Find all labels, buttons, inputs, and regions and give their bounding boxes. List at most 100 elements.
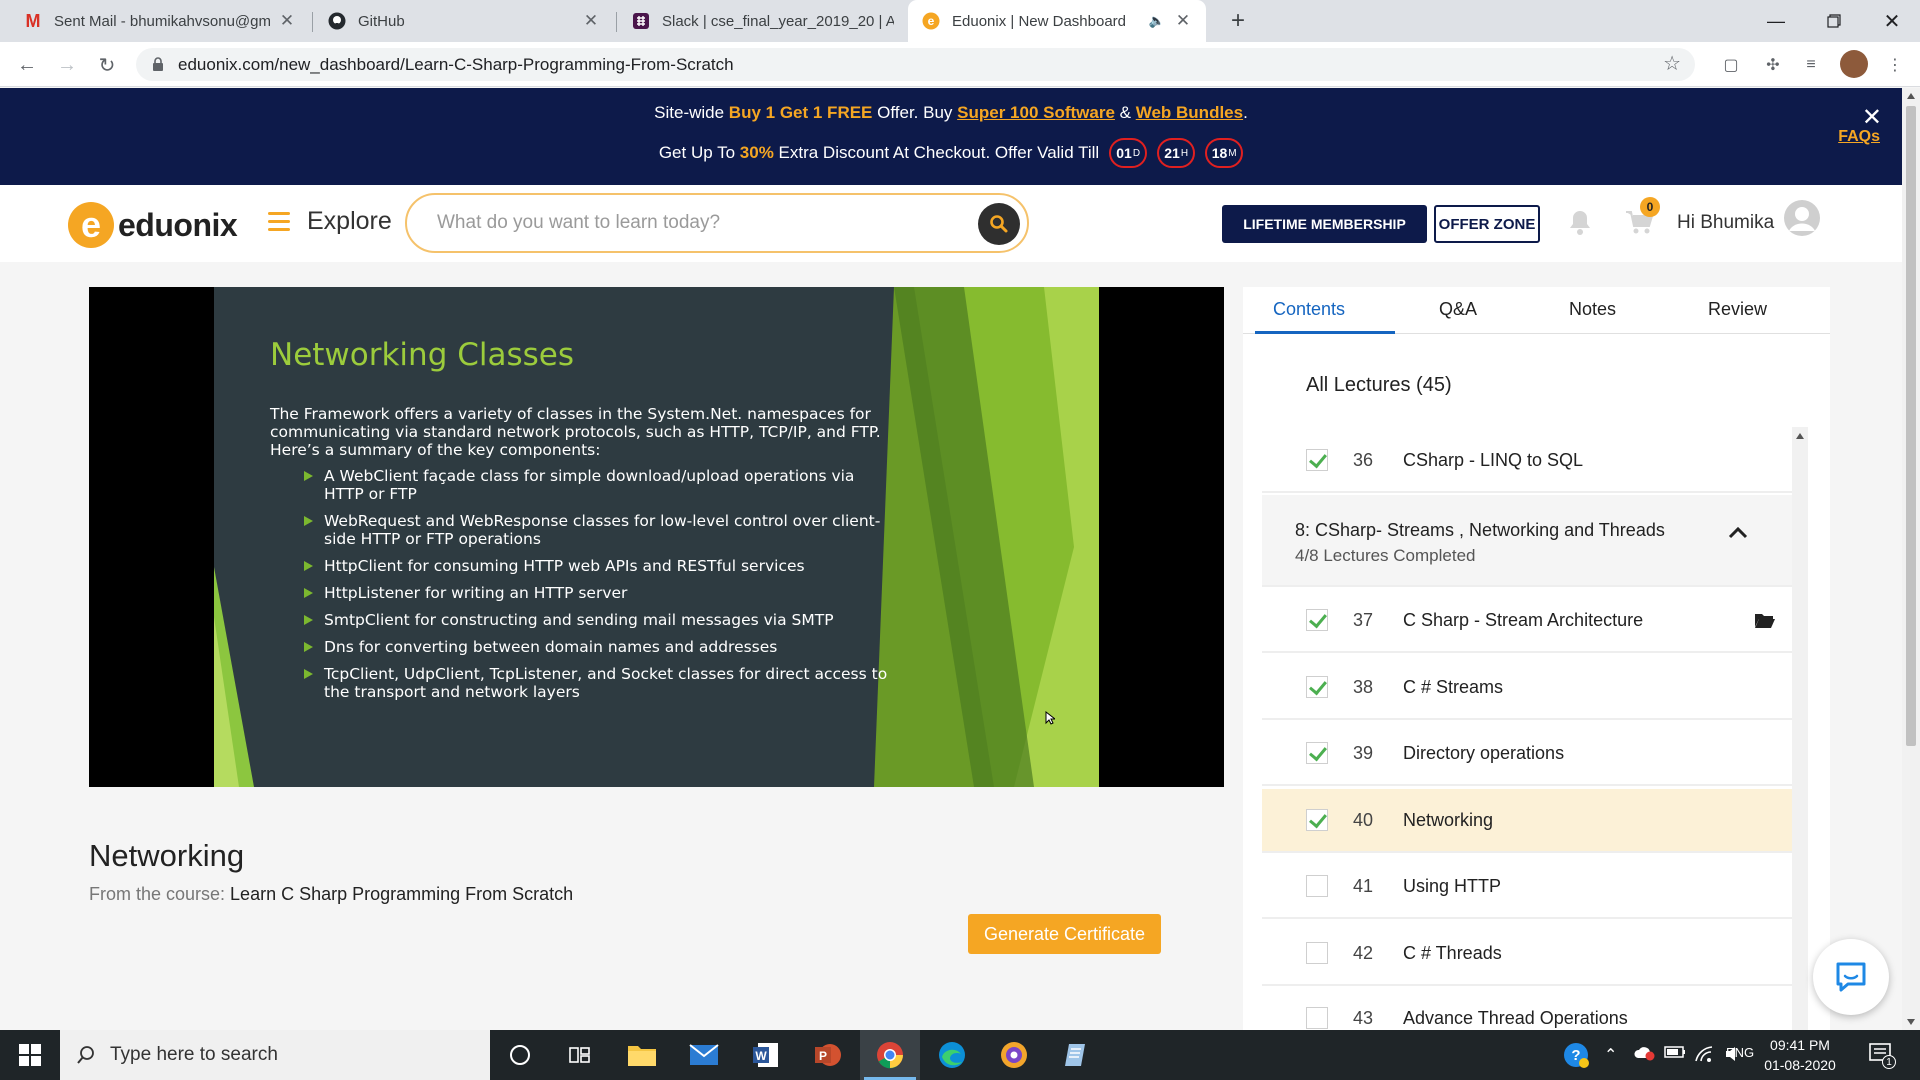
countdown-hours: 21 H [1157, 138, 1196, 168]
tab-slack[interactable]: Slack | cse_final_year_2019_20 | A [618, 0, 908, 42]
super-100-link[interactable]: Super 100 Software [957, 103, 1115, 122]
section-title: 8: CSharp- Streams , Networking and Thre… [1295, 520, 1665, 540]
scrollbar-thumb[interactable] [1906, 106, 1916, 746]
faqs-link[interactable]: FAQs [1838, 128, 1880, 146]
puzzle-icon[interactable]: ✣ [1762, 54, 1784, 76]
chevron-up-icon[interactable] [1728, 525, 1748, 539]
completed-checkbox[interactable] [1306, 942, 1328, 964]
system-clock[interactable]: 09:41 PM 01-08-2020 [1754, 1035, 1846, 1075]
lecture-row-current[interactable]: 40 Networking [1262, 789, 1792, 853]
scroll-down-icon[interactable] [1907, 1019, 1915, 1025]
promo-text: Site-wide [654, 103, 729, 122]
video-player[interactable]: Networking Classes The Framework offers … [89, 287, 1224, 787]
course-label: From the course: [89, 884, 231, 904]
lecture-row[interactable]: 39 Directory operations [1262, 722, 1792, 786]
extension-icon[interactable]: ▢ [1720, 54, 1742, 76]
completed-checkbox[interactable] [1306, 742, 1328, 764]
edge-icon[interactable] [922, 1030, 982, 1080]
back-button[interactable]: ← [12, 50, 42, 80]
lecture-number: 36 [1353, 450, 1374, 470]
lecture-title: Networking [89, 838, 245, 873]
notifications-icon[interactable]: 1 [1868, 1041, 1896, 1071]
eduonix-logo[interactable]: e eduonix [68, 202, 238, 248]
lecture-number: 39 [1353, 743, 1374, 763]
tab-review[interactable]: Review [1708, 299, 1767, 320]
chrome-icon[interactable] [860, 1030, 920, 1080]
audio-icon[interactable]: 🔈 [1148, 13, 1166, 29]
tab-separator [312, 12, 313, 32]
section-header[interactable]: 8: CSharp- Streams , Networking and Thre… [1262, 495, 1792, 587]
mail-icon[interactable] [674, 1030, 734, 1080]
browser-app-icon[interactable] [984, 1030, 1044, 1080]
tab-notes[interactable]: Notes [1569, 299, 1616, 320]
language-indicator[interactable]: ENG [1726, 1045, 1754, 1060]
tab-gmail[interactable]: M Sent Mail - bhumikahvsonu@gm ✕ [10, 0, 310, 42]
course-line: From the course: Learn C Sharp Programmi… [89, 884, 573, 905]
user-avatar-icon[interactable] [1783, 199, 1821, 237]
media-control-icon[interactable]: ≡ [1800, 54, 1822, 76]
close-window-button[interactable]: ✕ [1863, 0, 1920, 42]
completed-checkbox[interactable] [1306, 449, 1328, 471]
minimize-button[interactable]: — [1747, 0, 1805, 42]
new-tab-button[interactable]: + [1218, 0, 1258, 42]
lecture-title: C Sharp - Stream Architecture [1403, 610, 1644, 630]
lecture-number: 40 [1353, 810, 1374, 830]
completed-checkbox[interactable] [1306, 809, 1328, 831]
lifetime-membership-button[interactable]: LIFETIME MEMBERSHIP [1222, 205, 1427, 243]
offer-zone-button[interactable]: OFFER ZONE [1434, 205, 1540, 243]
wifi-icon[interactable] [1694, 1045, 1714, 1067]
lecture-row[interactable]: 42 C # Threads [1262, 922, 1792, 986]
slide-bullet: TcpClient, UdpClient, TcpListener, and S… [304, 665, 894, 701]
chat-button[interactable] [1813, 939, 1889, 1015]
powerpoint-icon[interactable]: P [798, 1030, 858, 1080]
help-icon[interactable]: ? [1562, 1041, 1590, 1073]
file-explorer-icon[interactable] [612, 1030, 672, 1080]
promo-banner: Site-wide Buy 1 Get 1 FREE Offer. Buy Su… [0, 88, 1902, 185]
taskbar-search[interactable]: Type here to search [60, 1030, 490, 1080]
maximize-button[interactable] [1805, 0, 1863, 42]
task-view-icon[interactable] [550, 1030, 610, 1080]
omnibox[interactable]: eduonix.com/new_dashboard/Learn-C-Sharp-… [136, 48, 1695, 81]
lecture-row[interactable]: 38 C # Streams [1262, 656, 1792, 720]
web-bundles-link[interactable]: Web Bundles [1136, 103, 1243, 122]
battery-icon[interactable] [1664, 1045, 1686, 1063]
completed-checkbox[interactable] [1306, 1007, 1328, 1029]
forward-button[interactable]: → [52, 50, 82, 80]
gmail-icon: M [25, 10, 41, 31]
close-icon[interactable]: ✕ [278, 11, 296, 31]
tab-contents[interactable]: Contents [1273, 299, 1345, 320]
completed-checkbox[interactable] [1306, 609, 1328, 631]
menu-icon[interactable]: ⋮ [1884, 54, 1906, 76]
hamburger-icon[interactable] [268, 212, 290, 231]
page-scrollbar[interactable] [1902, 88, 1920, 1030]
completed-checkbox[interactable] [1306, 875, 1328, 897]
explore-menu[interactable]: Explore [307, 207, 392, 236]
search-button[interactable] [978, 203, 1020, 245]
bell-icon[interactable] [1568, 209, 1592, 235]
lecture-row[interactable]: 37 C Sharp - Stream Architecture [1262, 589, 1792, 653]
reload-button[interactable]: ↻ [92, 50, 122, 80]
tab-qa[interactable]: Q&A [1439, 299, 1477, 320]
notepad-icon[interactable] [1046, 1030, 1106, 1080]
word-icon[interactable]: W [736, 1030, 796, 1080]
show-hidden-icons-icon[interactable]: ⌃ [1604, 1045, 1617, 1065]
cortana-icon[interactable] [490, 1030, 550, 1080]
scroll-up-icon[interactable] [1907, 93, 1915, 99]
profile-avatar[interactable] [1840, 50, 1868, 78]
star-icon[interactable]: ☆ [1663, 51, 1681, 76]
search-input[interactable] [437, 212, 937, 234]
close-icon[interactable]: ✕ [1174, 11, 1192, 31]
generate-certificate-button[interactable]: Generate Certificate [968, 914, 1161, 954]
course-name[interactable]: Learn C Sharp Programming From Scratch [230, 884, 573, 904]
completed-checkbox[interactable] [1306, 676, 1328, 698]
lecture-list-scrollbar[interactable] [1792, 427, 1808, 1040]
tab-github[interactable]: GitHub ✕ [314, 0, 614, 42]
lecture-row[interactable]: 41 Using HTTP [1262, 855, 1792, 919]
start-button[interactable] [0, 1030, 60, 1080]
folder-open-icon[interactable] [1754, 611, 1776, 629]
lecture-row[interactable]: 36 CSharp - LINQ to SQL [1262, 429, 1792, 493]
user-greeting[interactable]: Hi Bhumika [1677, 212, 1774, 234]
tab-eduonix[interactable]: e Eduonix | New Dashboard 🔈 ✕ [908, 0, 1206, 42]
close-icon[interactable]: ✕ [582, 11, 600, 31]
onedrive-icon[interactable] [1632, 1044, 1656, 1066]
